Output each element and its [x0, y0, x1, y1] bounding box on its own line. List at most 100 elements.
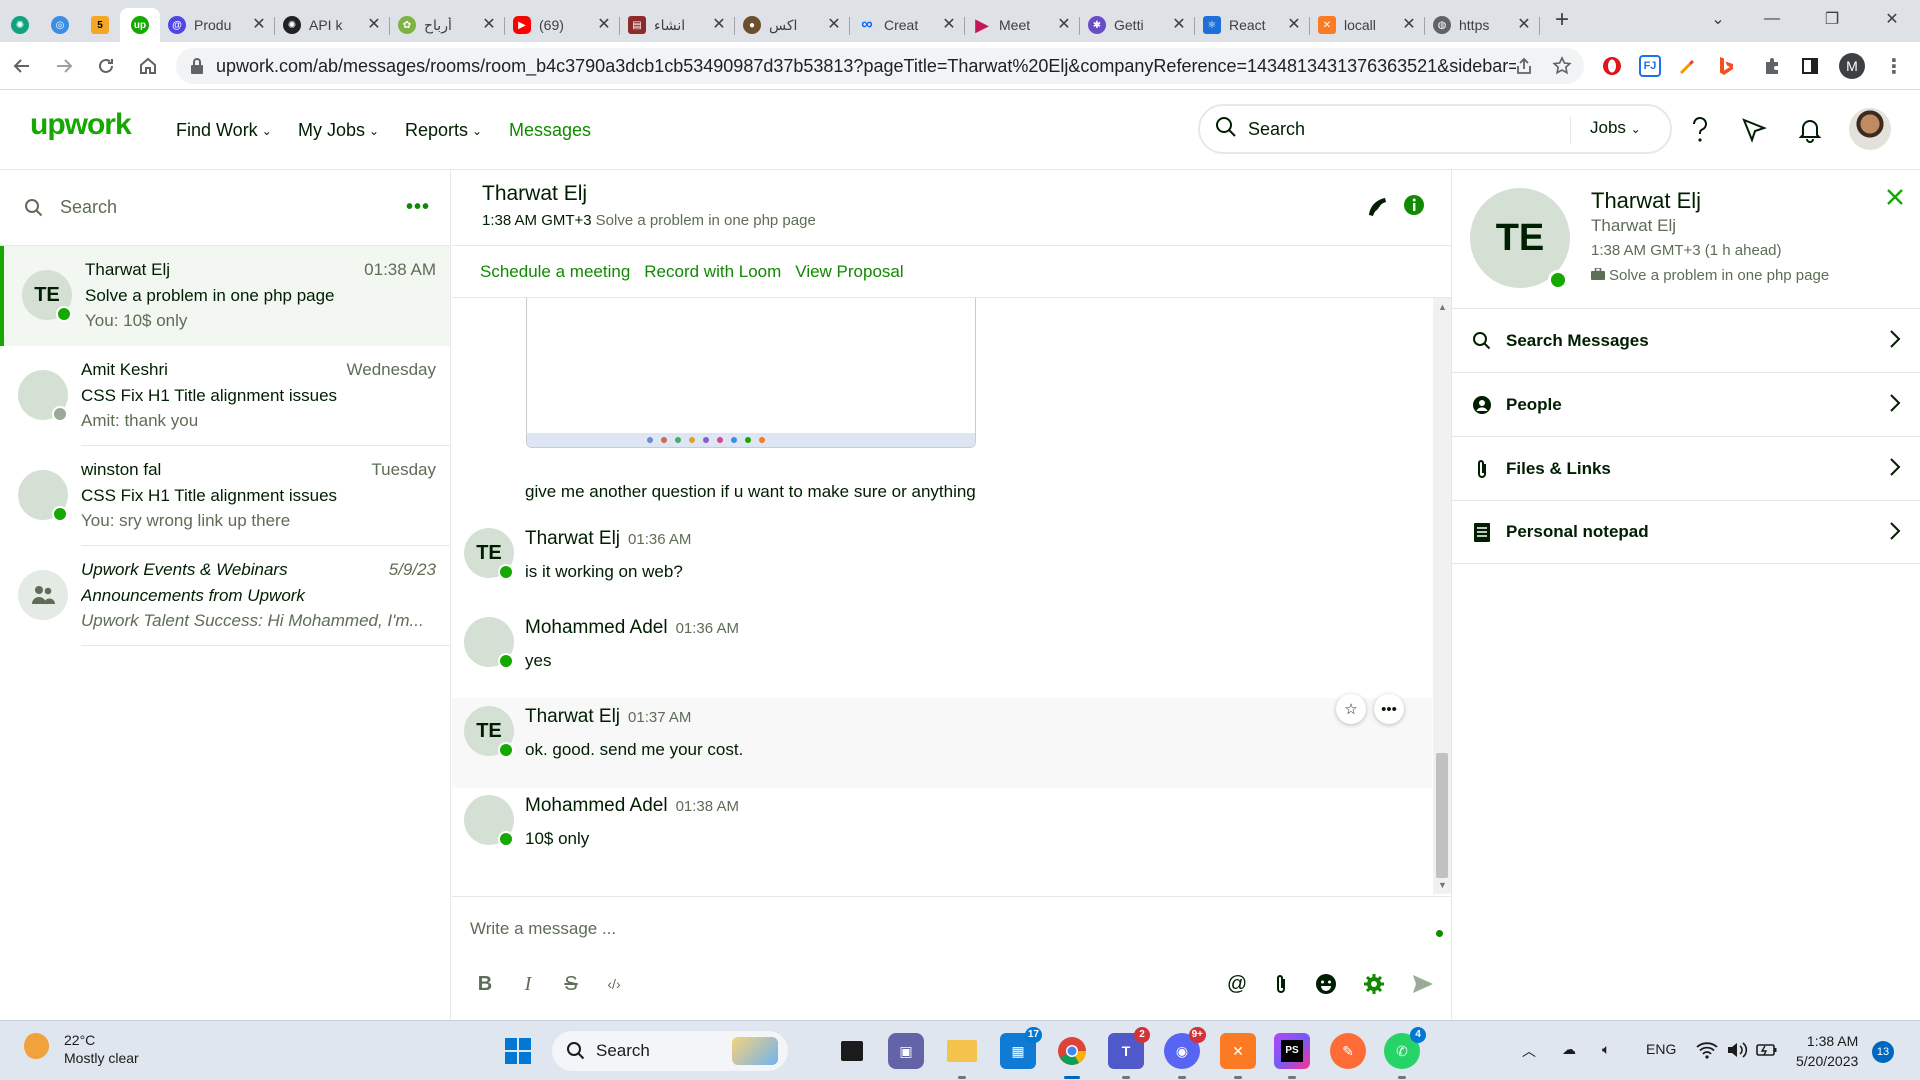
upwork-logo[interactable]: upwork — [30, 108, 132, 142]
code-icon[interactable]: ‹/› — [599, 969, 629, 999]
search-input[interactable]: Search — [1248, 119, 1305, 140]
room-search[interactable]: Search ••• — [0, 170, 450, 246]
tab-https[interactable]: ◍ https ✕ — [1425, 8, 1540, 42]
tab-getting[interactable]: ✱ Getti ✕ — [1080, 8, 1195, 42]
people-row[interactable]: People — [1452, 372, 1920, 436]
bookmark-star-icon[interactable] — [1542, 46, 1582, 86]
close-tab-icon[interactable]: ✕ — [596, 17, 612, 33]
view-proposal-link[interactable]: View Proposal — [795, 262, 903, 282]
tab-meta-create[interactable]: ∞ Creat ✕ — [850, 8, 965, 42]
mention-icon[interactable]: @ — [1222, 969, 1252, 999]
forward-button[interactable] — [44, 46, 84, 86]
close-window-button[interactable]: ✕ — [1864, 0, 1920, 38]
language-indicator[interactable]: ENG — [1646, 1041, 1676, 1057]
close-icon[interactable] — [1886, 188, 1904, 211]
browser-menu-icon[interactable]: ⋮ — [1880, 52, 1908, 80]
scroll-down-icon[interactable]: ▼ — [1438, 880, 1447, 890]
tab-five[interactable]: 5 — [80, 8, 120, 42]
nav-my-jobs[interactable]: My Jobs ⌄ — [298, 120, 379, 141]
room-item-tharwat[interactable]: TE Tharwat Elj 01:38 AM Solve a problem … — [0, 246, 450, 346]
bing-extension-icon[interactable] — [1712, 52, 1740, 80]
send-icon[interactable] — [1408, 969, 1438, 999]
room-item-upwork-events[interactable]: Upwork Events & Webinars 5/9/23 Announce… — [0, 546, 450, 646]
close-tab-icon[interactable]: ✕ — [366, 17, 382, 33]
discord-icon[interactable]: ◉ 9+ — [1164, 1027, 1206, 1079]
task-view-icon[interactable] — [834, 1033, 870, 1069]
header-search-box[interactable]: Search Jobs ⌄ — [1198, 104, 1672, 154]
notifications-bell-icon[interactable] — [1794, 114, 1826, 146]
schedule-meeting-link[interactable]: Schedule a meeting — [480, 262, 630, 282]
onedrive-cloud-icon[interactable]: ☁ — [1562, 1041, 1576, 1058]
tab-api[interactable]: ✺ API k ✕ — [275, 8, 390, 42]
scroll-up-icon[interactable]: ▲ — [1438, 302, 1447, 312]
tab-arabic-profits[interactable]: ✿ أرباح ✕ — [390, 8, 505, 42]
phone-icon[interactable] — [1365, 194, 1389, 223]
room-item-winston[interactable]: winston fal Tuesday CSS Fix H1 Title ali… — [0, 446, 450, 546]
wifi-icon[interactable] — [1696, 1041, 1718, 1062]
message-item[interactable]: Mohammed Adel 01:36 AM yes — [452, 609, 1432, 699]
user-avatar[interactable] — [1849, 108, 1891, 150]
close-tab-icon[interactable]: ✕ — [481, 17, 497, 33]
room-item-amit[interactable]: Amit Keshri Wednesday CSS Fix H1 Title a… — [0, 346, 450, 446]
start-button[interactable] — [500, 1033, 536, 1069]
screenshot-attachment[interactable] — [526, 298, 976, 448]
bold-icon[interactable]: B — [470, 969, 500, 999]
close-tab-icon[interactable]: ✕ — [826, 17, 842, 33]
chat-title[interactable]: Tharwat Elj — [482, 182, 587, 206]
reload-button[interactable] — [86, 46, 126, 86]
lock-icon[interactable] — [190, 57, 204, 80]
extensions-puzzle-icon[interactable] — [1758, 52, 1786, 80]
tab-chatgpt[interactable]: ✺ — [0, 8, 40, 42]
scrollbar-thumb[interactable] — [1436, 753, 1448, 878]
nav-reports[interactable]: Reports ⌄ — [405, 120, 482, 141]
profile-avatar[interactable]: M — [1838, 52, 1866, 80]
close-tab-icon[interactable]: ✕ — [1516, 17, 1532, 33]
chat-app-icon[interactable]: ▣ — [888, 1033, 924, 1069]
italic-icon[interactable]: I — [513, 969, 543, 999]
maximize-button[interactable]: ❐ — [1804, 0, 1860, 38]
home-button[interactable] — [128, 46, 168, 86]
settings-gear-icon[interactable] — [1359, 969, 1389, 999]
xampp-icon[interactable]: ✕ — [1220, 1033, 1256, 1079]
room-search-input[interactable]: Search — [60, 197, 117, 218]
more-options-icon[interactable]: ••• — [406, 196, 430, 219]
message-item[interactable]: TE Tharwat Elj 01:36 AM is it working on … — [452, 520, 1432, 610]
close-tab-icon[interactable]: ✕ — [1056, 17, 1072, 33]
more-options-icon[interactable]: ••• — [1374, 694, 1404, 724]
strikethrough-icon[interactable]: S — [556, 969, 586, 999]
tab-react[interactable]: ⚛ React ✕ — [1195, 8, 1310, 42]
tab-produ[interactable]: @ Produ ✕ — [160, 8, 275, 42]
files-links-row[interactable]: Files & Links — [1452, 436, 1920, 500]
tab-arabic-x[interactable]: ● اكس ✕ — [735, 8, 850, 42]
weather-widget[interactable]: 22°C Mostly clear — [24, 1031, 139, 1067]
tab-arabic-create[interactable]: ▤ انشاء ✕ — [620, 8, 735, 42]
system-clock[interactable]: 1:38 AM 5/20/2023 — [1796, 1031, 1858, 1071]
nav-messages[interactable]: Messages — [509, 120, 591, 141]
tab-upwork[interactable]: up — [120, 8, 160, 42]
tab-youtube[interactable]: ▶ (69) ✕ — [505, 8, 620, 42]
volume-speaker-icon[interactable]: 🔈︎ — [1602, 1041, 1610, 1058]
star-icon[interactable]: ☆ — [1336, 694, 1366, 724]
share-icon[interactable] — [1504, 46, 1544, 86]
fj-extension-icon[interactable]: FJ — [1636, 52, 1664, 80]
personal-notepad-row[interactable]: Personal notepad — [1452, 500, 1920, 564]
close-tab-icon[interactable]: ✕ — [941, 17, 957, 33]
tab-circle-app[interactable]: ◎ — [40, 8, 80, 42]
message-scrollbar[interactable]: ▲ ▼ — [1433, 298, 1451, 894]
battery-icon[interactable] — [1756, 1041, 1778, 1062]
search-scope-dropdown[interactable]: Jobs ⌄ — [1590, 118, 1641, 138]
notification-center-badge[interactable]: 13 — [1872, 1041, 1894, 1063]
help-icon[interactable] — [1684, 114, 1716, 146]
nav-find-work[interactable]: Find Work ⌄ — [176, 120, 272, 141]
close-tab-icon[interactable]: ✕ — [251, 17, 267, 33]
message-list[interactable]: give me another question if u want to ma… — [452, 298, 1451, 894]
tab-meet[interactable]: ▶ Meet ✕ — [965, 8, 1080, 42]
message-item[interactable]: Mohammed Adel 01:38 AM 10$ only — [452, 787, 1432, 877]
message-item[interactable]: TE Tharwat Elj 01:37 AM ok. good. send me… — [452, 694, 1432, 788]
emoji-icon[interactable] — [1311, 969, 1341, 999]
speaker-icon[interactable] — [1726, 1041, 1748, 1062]
message-input[interactable]: Write a message ... — [470, 919, 616, 939]
address-bar[interactable]: upwork.com/ab/messages/rooms/room_b4c379… — [176, 48, 1584, 84]
record-with-loom-link[interactable]: Record with Loom — [644, 262, 781, 282]
close-tab-icon[interactable]: ✕ — [1286, 17, 1302, 33]
